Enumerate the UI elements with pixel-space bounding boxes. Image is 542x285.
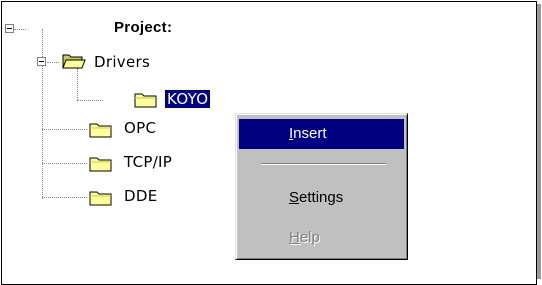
tree-line [77,68,78,100]
folder-icon [89,123,112,138]
folder-icon [89,157,112,172]
menu-item-label: ettings [299,189,344,206]
menu-separator [261,163,386,165]
tree-item-tcpip[interactable]: TCP/IP [124,153,172,171]
open-folder-icon [62,54,86,69]
mnemonic: H [289,229,300,246]
menu-item-label: elp [299,229,320,246]
tree-line [42,29,43,199]
tree-item-opc[interactable]: OPC [124,119,156,137]
tree-line [14,29,26,30]
collapse-icon[interactable] [5,24,14,33]
tree-item-dde[interactable]: DDE [124,187,157,205]
menu-item-settings[interactable]: Settings [239,183,404,213]
tree-item-koyo[interactable]: KOYO [163,89,212,109]
tree-item-drivers[interactable]: Drivers [94,53,150,71]
tree-line [42,197,87,198]
menu-item-insert[interactable]: Insert [239,119,404,149]
folder-icon [134,93,157,108]
tree-line [42,129,87,130]
tree-line [47,62,59,63]
mnemonic: S [289,189,300,206]
context-menu: Insert Settings Help [235,113,408,260]
folder-icon [89,191,112,206]
tree-line [42,163,87,164]
menu-item-help: Help [239,223,404,253]
collapse-icon[interactable] [37,57,46,66]
tree-root-label[interactable]: Project: [114,19,172,37]
menu-item-label: nsert [293,125,327,142]
tree-line [77,100,103,101]
